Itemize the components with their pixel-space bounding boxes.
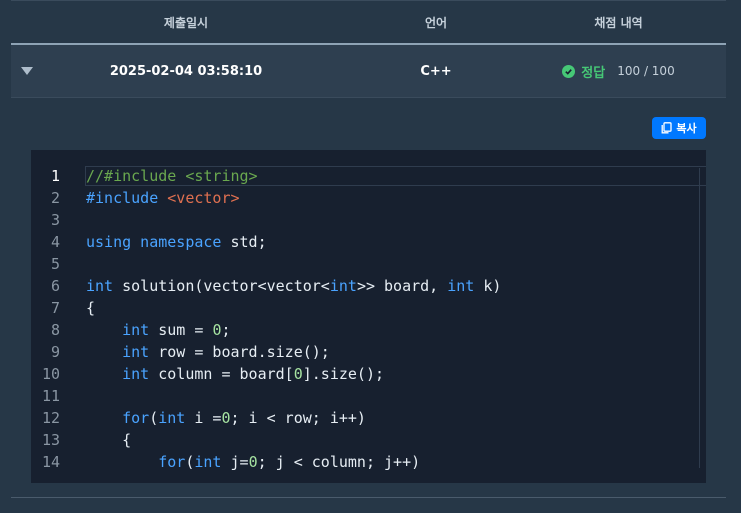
header-language: 언어 bbox=[424, 15, 448, 30]
code-token: 0 bbox=[293, 365, 303, 383]
code-token: column = board[ bbox=[149, 365, 294, 383]
line-number: 3 bbox=[50, 211, 60, 229]
code-text: #include <vector> bbox=[86, 187, 240, 209]
code-token: k) bbox=[474, 277, 502, 295]
code-text: int row = board.size(); bbox=[86, 341, 330, 363]
code-line[interactable]: 12 for(int i =0; i < row; i++) bbox=[31, 407, 706, 429]
line-number: 4 bbox=[50, 233, 60, 251]
code-text: //#include <string> bbox=[86, 165, 258, 187]
code-token: row = board.size(); bbox=[149, 343, 330, 361]
code-token: j= bbox=[221, 453, 249, 471]
code-text: { bbox=[86, 297, 95, 319]
copy-button[interactable]: 복사 bbox=[652, 117, 706, 139]
code-token: using namespace bbox=[86, 233, 231, 251]
line-number: 7 bbox=[50, 299, 60, 317]
code-token: int bbox=[122, 365, 150, 383]
line-number: 12 bbox=[41, 409, 60, 427]
code-token: ( bbox=[149, 409, 159, 427]
code-token: i = bbox=[185, 409, 222, 427]
code-token: int bbox=[122, 321, 150, 339]
line-number: 1 bbox=[50, 167, 60, 185]
code-line[interactable]: 7{ bbox=[31, 297, 706, 319]
code-token: //#include <string> bbox=[86, 167, 258, 185]
line-number: 8 bbox=[50, 321, 60, 339]
submission-language: C++ bbox=[420, 63, 452, 79]
table-header: 제출일시 언어 채점 내역 bbox=[11, 0, 726, 45]
code-line[interactable]: 13 { bbox=[31, 429, 706, 451]
code-token: int bbox=[86, 277, 114, 295]
code-text: int column = board[0].size(); bbox=[86, 363, 384, 385]
code-line[interactable]: 9 int row = board.size(); bbox=[31, 341, 706, 363]
code-line[interactable]: 10 int column = board[0].size(); bbox=[31, 363, 706, 385]
code-token: 0 bbox=[221, 409, 231, 427]
code-text: int sum = 0; bbox=[86, 319, 231, 341]
code-editor[interactable]: 1 //#include <string> 2 #include <vector> 3 4… bbox=[31, 150, 706, 483]
code-token: sum = bbox=[149, 321, 213, 339]
submission-datetime: 2025-02-04 03:58:10 bbox=[109, 63, 263, 79]
code-text: using namespace std; bbox=[86, 231, 267, 253]
code-token: #include bbox=[86, 189, 168, 207]
divider bbox=[11, 497, 726, 498]
line-number: 5 bbox=[50, 255, 60, 273]
copy-icon bbox=[661, 122, 673, 134]
code-token: { bbox=[86, 299, 96, 317]
line-number: 10 bbox=[41, 365, 60, 383]
code-token: int bbox=[158, 409, 186, 427]
line-number: 2 bbox=[50, 189, 60, 207]
code-token: for bbox=[158, 453, 186, 471]
check-circle-icon bbox=[562, 64, 576, 78]
code-line[interactable]: 6 int solution(vector<vector<int>> board,… bbox=[31, 275, 706, 297]
code-token: int bbox=[329, 277, 357, 295]
code-text: for(int i =0; i < row; i++) bbox=[86, 407, 366, 429]
code-token: <vector> bbox=[167, 189, 240, 207]
header-datetime: 제출일시 bbox=[163, 15, 209, 30]
line-number: 14 bbox=[41, 453, 60, 471]
line-number: 9 bbox=[50, 343, 60, 361]
submission-table: 제출일시 언어 채점 내역 2025-02-04 03:58:10 C++ 정답… bbox=[11, 0, 726, 98]
code-token: int bbox=[122, 343, 150, 361]
code-line[interactable]: 14 for(int j=0; j < column; j++) bbox=[31, 451, 706, 473]
code-text: for(int j=0; j < column; j++) bbox=[86, 451, 420, 473]
code-line[interactable]: 5 bbox=[31, 253, 706, 275]
copy-button-label: 복사 bbox=[676, 122, 697, 135]
code-token: std; bbox=[230, 233, 267, 251]
result-score: 100 / 100 bbox=[617, 64, 675, 78]
table-row[interactable]: 2025-02-04 03:58:10 C++ 정답 100 / 100 bbox=[11, 45, 726, 98]
cell-datetime: 2025-02-04 03:58:10 bbox=[11, 64, 361, 79]
code-token: for bbox=[122, 409, 150, 427]
code-token: ; i < row; i++) bbox=[230, 409, 366, 427]
line-number: 11 bbox=[41, 387, 60, 405]
header-result: 채점 내역 bbox=[594, 15, 643, 30]
code-line[interactable]: 1 //#include <string> bbox=[31, 165, 706, 187]
code-line[interactable]: 4 using namespace std; bbox=[31, 231, 706, 253]
code-text: { bbox=[86, 429, 131, 451]
code-token: ; bbox=[221, 321, 231, 339]
code-token: int bbox=[447, 277, 475, 295]
code-token: int bbox=[194, 453, 222, 471]
code-token: 0 bbox=[248, 453, 258, 471]
code-line[interactable]: 2 #include <vector> bbox=[31, 187, 706, 209]
line-number: 6 bbox=[50, 277, 60, 295]
code-line[interactable]: 8 int sum = 0; bbox=[31, 319, 706, 341]
cell-result: 정답 100 / 100 bbox=[511, 62, 726, 81]
code-token: { bbox=[86, 431, 132, 449]
code-token: ].size(); bbox=[302, 365, 385, 383]
code-line[interactable]: 3 bbox=[31, 209, 706, 231]
code-token: >> board, bbox=[356, 277, 448, 295]
code-token: ; j < column; j++) bbox=[257, 453, 421, 471]
code-line[interactable]: 11 bbox=[31, 385, 706, 407]
chevron-down-icon[interactable] bbox=[21, 67, 33, 75]
result-status: 정답 bbox=[581, 65, 606, 81]
code-text: int solution(vector<vector<int>> board, … bbox=[86, 275, 501, 297]
code-token: solution(vector<vector< bbox=[113, 277, 330, 295]
line-number: 13 bbox=[41, 431, 60, 449]
